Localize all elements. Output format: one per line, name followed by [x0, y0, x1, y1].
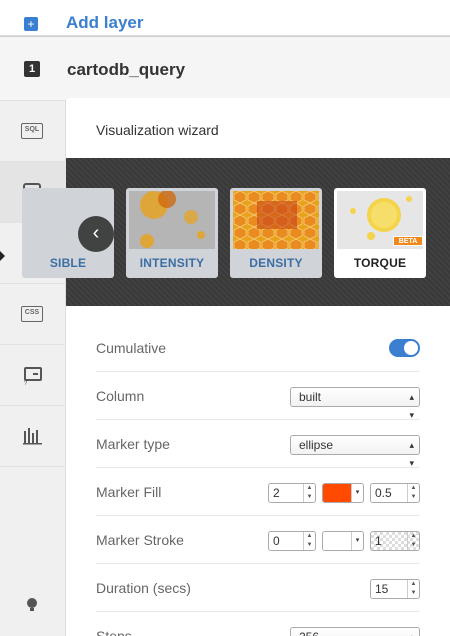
visualization-wizard: Visualization wizard SIBLE ‹ INTENSITY D…: [22, 98, 450, 636]
stepper-icon[interactable]: ▲ ▼: [407, 532, 419, 550]
chevron-down-icon: ▾: [351, 484, 363, 502]
select-value: ellipse: [299, 438, 334, 452]
duration-input[interactable]: 15 ▲ ▼: [370, 579, 420, 599]
wizard-options: Cumulative Column built ▴ ▾ Marker type e…: [96, 324, 420, 636]
select-arrows-icon: ▴▾: [409, 440, 414, 468]
plus-icon[interactable]: +: [24, 17, 38, 31]
legend-icon: ?: [24, 367, 42, 385]
card-density[interactable]: DENSITY: [230, 188, 322, 278]
stepper-icon[interactable]: ▲ ▼: [303, 484, 315, 502]
card-label: DENSITY: [249, 256, 303, 270]
marker-stroke-color-picker[interactable]: ▾: [322, 531, 364, 551]
card-label: INTENSITY: [139, 256, 205, 270]
layer-panel: 1 cartodb_query SQL CSS ? Visualization …: [0, 36, 450, 636]
option-duration: Duration (secs) 15 ▲ ▼: [96, 564, 420, 612]
density-thumbnail: [233, 191, 319, 249]
css-icon: CSS: [21, 306, 43, 322]
option-label: Column: [96, 388, 145, 404]
marker-stroke-width-input[interactable]: 0 ▲ ▼: [268, 531, 316, 551]
input-value: 0: [273, 534, 280, 548]
layer-sidebar: SQL CSS ?: [0, 101, 74, 636]
marker-type-select[interactable]: ellipse ▴ ▾: [290, 435, 420, 468]
marker-stroke-opacity-input[interactable]: 1 ▲ ▼: [370, 531, 420, 551]
toggle-knob: [404, 341, 418, 355]
marker-fill-width-input[interactable]: 2 ▲ ▼: [268, 483, 316, 503]
select-value: 256: [299, 630, 319, 636]
option-column: Column built ▴ ▾: [96, 372, 420, 420]
marker-fill-color-picker[interactable]: ▾: [322, 483, 364, 503]
stepper-icon[interactable]: ▲ ▼: [303, 532, 315, 550]
input-value: 15: [375, 582, 389, 596]
sql-icon: SQL: [21, 123, 43, 139]
option-label: Marker Fill: [96, 484, 162, 500]
select-arrows-icon: ▴▾: [409, 392, 414, 420]
wizard-type-carousel: SIBLE ‹ INTENSITY DENSITY BETA TORQUE: [22, 158, 450, 367]
top-bar: + Add layer: [0, 0, 450, 36]
column-select[interactable]: built ▴ ▾: [290, 387, 420, 420]
wizard-title: Visualization wizard: [96, 122, 219, 138]
card-label: TORQUE: [353, 256, 407, 270]
filters-chart-icon: [23, 428, 42, 445]
sidebar-item-filters[interactable]: [0, 406, 66, 467]
panel-pointer-icon: [0, 251, 5, 261]
option-label: Marker type: [96, 436, 170, 452]
sidebar-item-css[interactable]: CSS: [0, 284, 66, 345]
marker-fill-opacity-input[interactable]: 0.5 ▲ ▼: [370, 483, 420, 503]
stepper-icon[interactable]: ▲ ▼: [407, 484, 419, 502]
layer-header[interactable]: 1 cartodb_query: [0, 37, 450, 101]
steps-select[interactable]: 256 ▴▾: [290, 627, 420, 636]
option-label: Cumulative: [96, 340, 167, 356]
option-label: Duration (secs): [96, 580, 191, 596]
intensity-thumbnail: [129, 191, 215, 249]
input-value: 2: [273, 486, 280, 500]
color-fill: [323, 532, 352, 550]
cumulative-toggle[interactable]: [389, 339, 420, 357]
lightbulb-icon[interactable]: [24, 597, 40, 613]
select-value: built: [299, 390, 322, 404]
input-value: 0.5: [375, 486, 392, 500]
card-intensity[interactable]: INTENSITY: [126, 188, 218, 278]
card-torque[interactable]: BETA TORQUE: [334, 188, 426, 278]
add-layer-button[interactable]: Add layer: [66, 13, 143, 33]
option-cumulative: Cumulative: [96, 324, 420, 372]
beta-badge: BETA: [393, 236, 423, 246]
input-value: 1: [375, 534, 382, 548]
sidebar-item-legend[interactable]: ?: [0, 345, 66, 406]
card-label: SIBLE: [49, 256, 87, 270]
stepper-icon[interactable]: ▲ ▼: [407, 580, 419, 598]
select-arrows-icon: ▴▾: [409, 628, 414, 636]
carousel-prev-button[interactable]: ‹: [78, 216, 114, 252]
svg-text:?: ?: [24, 381, 28, 385]
option-marker-type: Marker type ellipse ▴ ▾: [96, 420, 420, 468]
option-marker-stroke: Marker Stroke 0 ▲ ▼ ▾ 1 ▲ ▼: [96, 516, 420, 564]
option-label: Steps: [96, 628, 132, 636]
color-fill: [323, 484, 352, 502]
option-marker-fill: Marker Fill 2 ▲ ▼ ▾ 0.5 ▲ ▼: [96, 468, 420, 516]
layer-name[interactable]: cartodb_query: [67, 60, 185, 80]
option-steps: Steps 256 ▴▾: [96, 612, 420, 636]
sidebar-item-sql[interactable]: SQL: [0, 101, 66, 162]
option-label: Marker Stroke: [96, 532, 184, 548]
layer-number-badge: 1: [24, 61, 40, 77]
chevron-down-icon: ▾: [351, 532, 363, 550]
